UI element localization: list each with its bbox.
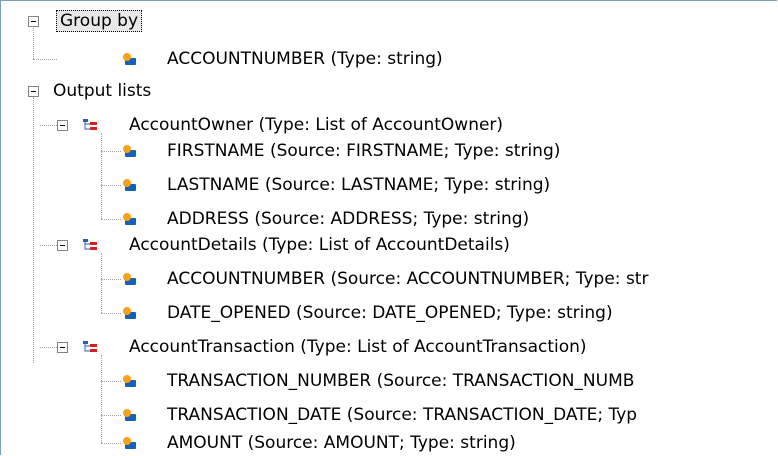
tree-node-field[interactable]: AMOUNT (Source: AMOUNT; Type: string) <box>1 430 777 455</box>
tree-node-group-by[interactable]: Group by <box>1 8 777 34</box>
collapse-icon[interactable] <box>28 86 39 97</box>
tree-node-label[interactable]: LASTNAME (Source: LASTNAME; Type: string… <box>167 172 550 198</box>
tree-node-label[interactable]: TRANSACTION_DATE (Source: TRANSACTION_DA… <box>167 402 637 428</box>
tree-node-label[interactable]: Group by <box>56 10 143 32</box>
list-icon <box>83 119 97 130</box>
tree-node-field[interactable]: ADDRESS (Source: ADDRESS; Type: string) <box>1 206 777 232</box>
tree-node-label[interactable]: ADDRESS (Source: ADDRESS; Type: string) <box>167 206 529 232</box>
field-icon <box>123 53 136 65</box>
field-icon <box>123 437 136 449</box>
tree-node-label[interactable]: AccountTransaction (Type: List of Accoun… <box>129 334 587 360</box>
field-icon <box>123 307 136 319</box>
tree-node-label[interactable]: TRANSACTION_NUMBER (Source: TRANSACTION_… <box>167 368 634 394</box>
tree-node-output-lists[interactable]: Output lists <box>1 78 777 104</box>
tree-node-list-account-owner[interactable]: AccountOwner (Type: List of AccountOwner… <box>1 112 777 138</box>
tree-node-label[interactable]: AccountOwner (Type: List of AccountOwner… <box>129 112 503 138</box>
list-icon <box>83 341 97 352</box>
tree-node-field[interactable]: TRANSACTION_DATE (Source: TRANSACTION_DA… <box>1 402 777 428</box>
tree-node-label[interactable]: DATE_OPENED (Source: DATE_OPENED; Type: … <box>167 300 613 326</box>
tree-node-list-account-details[interactable]: AccountDetails (Type: List of AccountDet… <box>1 232 777 258</box>
tree-node-field[interactable]: TRANSACTION_NUMBER (Source: TRANSACTION_… <box>1 368 777 394</box>
tree-node-field[interactable]: FIRSTNAME (Source: FIRSTNAME; Type: stri… <box>1 138 777 164</box>
field-icon <box>123 145 136 157</box>
tree-node-field[interactable]: LASTNAME (Source: LASTNAME; Type: string… <box>1 172 777 198</box>
field-icon <box>123 213 136 225</box>
field-icon <box>123 273 136 285</box>
tree-node-label[interactable]: AMOUNT (Source: AMOUNT; Type: string) <box>167 430 516 455</box>
field-icon <box>123 375 136 387</box>
collapse-icon[interactable] <box>57 342 68 353</box>
collapse-icon[interactable] <box>57 120 68 131</box>
tree-node-field[interactable]: DATE_OPENED (Source: DATE_OPENED; Type: … <box>1 300 777 326</box>
tree-node-list-account-transaction[interactable]: AccountTransaction (Type: List of Accoun… <box>1 334 777 360</box>
tree-node-label[interactable]: FIRSTNAME (Source: FIRSTNAME; Type: stri… <box>167 138 560 164</box>
tree-node-label[interactable]: ACCOUNTNUMBER (Source: ACCOUNTNUMBER; Ty… <box>167 266 648 292</box>
collapse-icon[interactable] <box>28 16 39 27</box>
tree-node-field[interactable]: ACCOUNTNUMBER (Source: ACCOUNTNUMBER; Ty… <box>1 266 777 292</box>
field-icon <box>123 179 136 191</box>
tree-node-label[interactable]: AccountDetails (Type: List of AccountDet… <box>129 232 510 258</box>
field-icon <box>123 409 136 421</box>
collapse-icon[interactable] <box>57 240 68 251</box>
tree-node-field[interactable]: ACCOUNTNUMBER (Type: string) <box>1 46 777 72</box>
tree-node-label[interactable]: Output lists <box>53 78 151 104</box>
list-icon <box>83 239 97 250</box>
schema-tree[interactable]: Group by ACCOUNTNUMBER (Type: string) Ou… <box>0 0 777 455</box>
tree-node-label[interactable]: ACCOUNTNUMBER (Type: string) <box>167 46 443 72</box>
